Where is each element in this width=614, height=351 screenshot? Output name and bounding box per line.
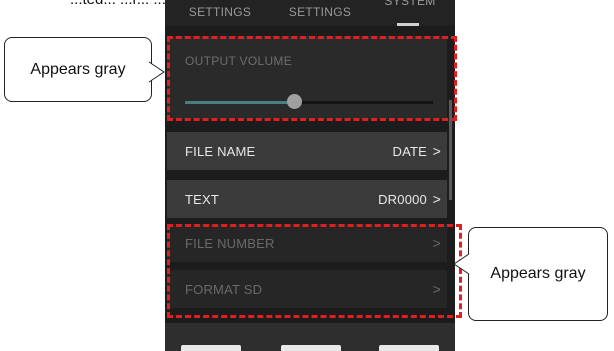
tab-bar: SETTINGS SETTINGS SYSTEM — [165, 0, 455, 26]
text-label: TEXT — [185, 191, 220, 207]
slider-thumb[interactable] — [287, 94, 303, 109]
file-name-value: DATE — [392, 143, 427, 159]
slider-fill — [185, 101, 295, 104]
chevron-right-icon: > — [432, 281, 441, 297]
file-number-row: FILE NUMBER > — [167, 224, 447, 262]
file-name-label: FILE NAME — [185, 143, 256, 159]
callout-pointer — [453, 253, 470, 275]
callout-text: Appears gray — [490, 265, 586, 282]
text-value: DR0000 — [378, 191, 427, 207]
file-number-label: FILE NUMBER — [185, 235, 275, 251]
format-sd-label: FORMAT SD — [185, 281, 263, 297]
callout-pointer — [148, 61, 165, 83]
active-tab-indicator — [397, 23, 419, 26]
callout-appears-gray-right: Appears gray — [468, 227, 608, 321]
scrollbar[interactable] — [449, 100, 452, 200]
chevron-right-icon: > — [432, 235, 441, 251]
text-row[interactable]: TEXT DR0000 > — [167, 180, 447, 218]
app-screen: SETTINGS SETTINGS SYSTEM OUTPUT VOLUME F… — [165, 0, 455, 351]
callout-appears-gray-left: Appears gray — [4, 37, 152, 102]
bottom-button-3[interactable] — [379, 345, 439, 351]
bottom-bar — [165, 323, 455, 351]
tab-settings-1[interactable]: SETTINGS — [165, 0, 275, 26]
output-volume-slider[interactable] — [185, 94, 433, 109]
output-volume-label: OUTPUT VOLUME — [185, 54, 293, 68]
chevron-right-icon: > — [432, 191, 441, 207]
file-name-row[interactable]: FILE NAME DATE > — [167, 132, 447, 170]
bottom-button-1[interactable] — [181, 345, 241, 351]
tab-settings-2[interactable]: SETTINGS — [275, 0, 365, 26]
callout-text: Appears gray — [30, 60, 126, 78]
bottom-button-2[interactable] — [281, 345, 341, 351]
format-sd-row: FORMAT SD > — [167, 270, 447, 308]
output-volume-panel: OUTPUT VOLUME — [167, 36, 447, 119]
chevron-right-icon: > — [432, 143, 441, 159]
